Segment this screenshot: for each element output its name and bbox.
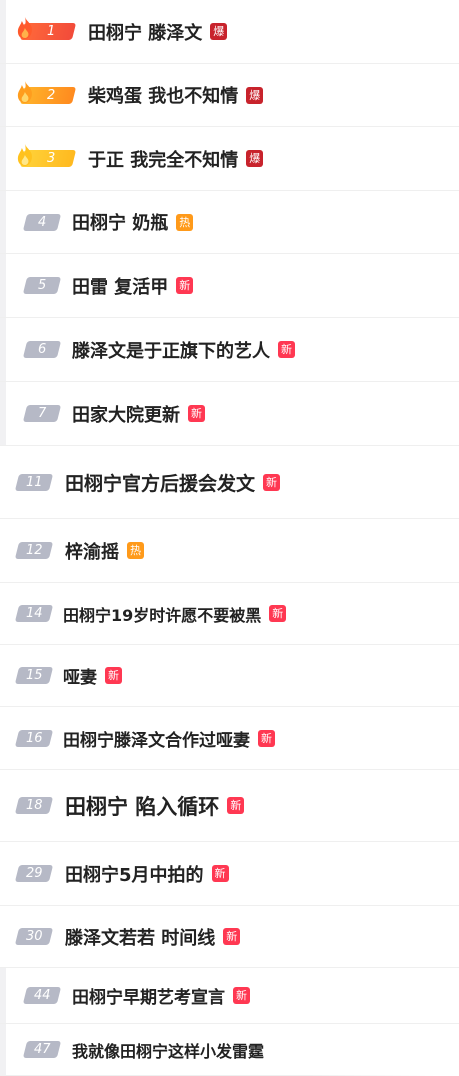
- flame-icon: [15, 16, 35, 40]
- trending-title[interactable]: 我就像田栩宁这样小发雷霆: [72, 1038, 264, 1062]
- trending-item[interactable]: 11 田栩宁官方后援会发文新: [0, 446, 459, 519]
- hot-badge: 热: [127, 542, 144, 559]
- hot-badge: 热: [176, 213, 194, 231]
- trending-title[interactable]: 梓渝摇: [65, 538, 119, 564]
- trending-title[interactable]: 田雷 复活甲: [72, 273, 168, 299]
- new-badge: 新: [188, 405, 205, 422]
- rank-badge: 16: [14, 729, 54, 747]
- trending-title[interactable]: 田栩宁滕泽文合作过哑妻: [63, 726, 250, 751]
- rank-badge: 14: [14, 605, 54, 622]
- trending-title[interactable]: 柴鸡蛋 我也不知情: [88, 82, 238, 108]
- rank-number: 47: [33, 1042, 51, 1057]
- new-badge: 新: [258, 729, 275, 747]
- rank-badge: 12: [14, 542, 54, 559]
- rank-badge: 44: [22, 987, 62, 1004]
- trending-item[interactable]: 29 田栩宁5月中拍的新: [0, 842, 459, 906]
- rank-number: 14: [25, 606, 43, 621]
- explosive-badge: 爆: [210, 23, 228, 40]
- rank-number: 44: [33, 988, 51, 1003]
- trending-title[interactable]: 田家大院更新: [72, 401, 180, 427]
- trending-item[interactable]: 1 田栩宁 滕泽文爆: [0, 0, 459, 64]
- rank-badge: 7: [22, 405, 62, 422]
- trending-item[interactable]: 5 田雷 复活甲新: [0, 254, 459, 318]
- trending-title[interactable]: 田栩宁 滕泽文: [88, 19, 202, 45]
- trending-item[interactable]: 6 滕泽文是于正旗下的艺人新: [0, 318, 459, 382]
- trending-title[interactable]: 滕泽文若若 时间线: [65, 924, 215, 950]
- rank-badge: 1: [17, 17, 77, 40]
- rank-number: 18: [25, 798, 43, 813]
- trending-item[interactable]: 30 滕泽文若若 时间线新: [0, 906, 459, 968]
- trending-title[interactable]: 滕泽文是于正旗下的艺人: [72, 337, 270, 363]
- rank-badge: 47: [22, 1041, 62, 1058]
- trending-item[interactable]: 14 田栩宁19岁时许愿不要被黑新: [0, 583, 459, 645]
- rank-number: 29: [25, 866, 43, 881]
- flame-icon: [15, 80, 35, 104]
- rank-number: 6: [37, 342, 47, 357]
- rank-badge: 6: [22, 341, 62, 358]
- new-badge: 新: [211, 865, 229, 882]
- trending-item[interactable]: 2 柴鸡蛋 我也不知情爆: [0, 64, 459, 127]
- trending-item[interactable]: 4 田栩宁 奶瓶热: [0, 191, 459, 254]
- rank-number: 2: [46, 87, 56, 103]
- rank-badge: 2: [17, 80, 77, 104]
- trending-item[interactable]: 7 田家大院更新新: [0, 382, 459, 446]
- rank-number: 5: [37, 278, 47, 293]
- rank-number: 4: [37, 214, 47, 230]
- rank-number: 12: [25, 543, 43, 558]
- trending-item[interactable]: 47 我就像田栩宁这样小发雷霆: [0, 1024, 459, 1076]
- new-badge: 新: [233, 987, 250, 1004]
- rank-badge: 11: [14, 473, 54, 491]
- trending-title[interactable]: 哑妻: [63, 663, 97, 688]
- rank-badge: 5: [22, 277, 62, 294]
- rank-number: 3: [46, 151, 56, 166]
- new-badge: 新: [105, 667, 122, 684]
- trending-item[interactable]: 16 田栩宁滕泽文合作过哑妻新: [0, 707, 459, 770]
- rank-badge: 3: [17, 144, 77, 167]
- rank-number: 15: [25, 668, 43, 683]
- trending-item[interactable]: 15 哑妻新: [0, 645, 459, 707]
- rank-badge: 15: [14, 667, 54, 684]
- new-badge: 新: [269, 605, 287, 622]
- trending-title[interactable]: 田栩宁早期艺考宣言: [72, 983, 225, 1008]
- new-badge: 新: [223, 928, 241, 945]
- trending-title[interactable]: 于正 我完全不知情: [88, 146, 238, 172]
- explosive-badge: 爆: [246, 150, 264, 167]
- explosive-badge: 爆: [246, 86, 264, 104]
- rank-number: 30: [25, 929, 43, 944]
- rank-number: 1: [46, 24, 56, 39]
- trending-title[interactable]: 田栩宁5月中拍的: [65, 861, 204, 887]
- trending-item[interactable]: 44 田栩宁早期艺考宣言新: [0, 968, 459, 1024]
- new-badge: 新: [176, 277, 194, 294]
- trending-title[interactable]: 田栩宁19岁时许愿不要被黑: [63, 602, 261, 626]
- new-badge: 新: [263, 473, 281, 491]
- trending-item[interactable]: 18 田栩宁 陷入循环新: [0, 770, 459, 842]
- rank-number: 11: [25, 474, 43, 490]
- trending-title[interactable]: 田栩宁 陷入循环: [65, 791, 219, 821]
- new-badge: 新: [278, 341, 295, 358]
- rank-badge: 29: [14, 865, 54, 882]
- trending-title[interactable]: 田栩宁 奶瓶: [72, 209, 168, 235]
- flame-icon: [15, 143, 35, 167]
- rank-badge: 18: [14, 797, 54, 814]
- trending-title[interactable]: 田栩宁官方后援会发文: [65, 469, 255, 496]
- rank-number: 7: [37, 406, 47, 421]
- trending-item[interactable]: 12 梓渝摇热: [0, 519, 459, 583]
- rank-badge: 4: [22, 213, 62, 231]
- rank-badge: 30: [14, 928, 54, 945]
- rank-number: 16: [25, 730, 43, 746]
- new-badge: 新: [227, 797, 245, 814]
- trending-item[interactable]: 3 于正 我完全不知情爆: [0, 127, 459, 191]
